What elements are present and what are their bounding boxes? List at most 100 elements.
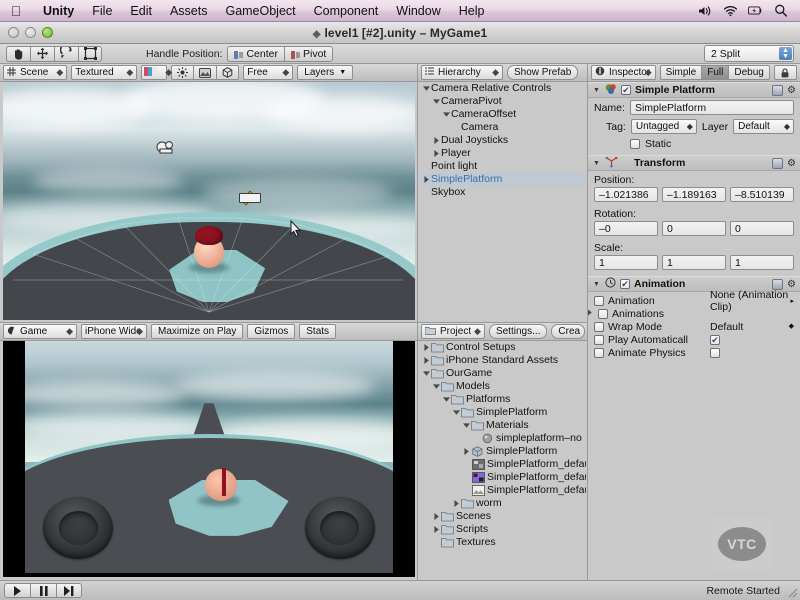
aspect-dropdown[interactable]: iPhone Wide ◆ xyxy=(81,324,147,339)
layer-dropdown[interactable]: Default ◆ xyxy=(733,119,794,134)
scene-gizmo-toggle-icon[interactable] xyxy=(216,65,240,80)
animation-foldout-icon[interactable]: ▼ xyxy=(592,281,601,288)
handle-center-button[interactable]: Center xyxy=(227,45,284,62)
scene-tab[interactable]: Scene ◆ xyxy=(3,65,68,80)
show-prefab-button[interactable]: Show Prefab xyxy=(507,65,579,80)
lighting-toggle-icon[interactable] xyxy=(171,65,194,80)
animation-property-checkbox[interactable] xyxy=(594,321,604,332)
project-item[interactable]: SimplePlatform xyxy=(420,445,586,458)
game-viewport[interactable] xyxy=(3,341,415,577)
hierarchy-item[interactable]: Dual Joysticks xyxy=(420,134,586,147)
animation-property-checkbox[interactable] xyxy=(594,295,604,306)
chevron-down-icon[interactable] xyxy=(442,108,451,121)
project-settings-button[interactable]: Settings... xyxy=(488,324,548,339)
hierarchy-item[interactable]: Player xyxy=(420,147,586,160)
gameobject-header[interactable]: ▼ Simple Platform ⚙ xyxy=(588,82,800,98)
chevron-right-icon[interactable] xyxy=(432,134,441,147)
gameobject-enabled-checkbox[interactable] xyxy=(621,85,631,95)
volume-icon[interactable] xyxy=(698,3,713,18)
animation-property-checkbox[interactable] xyxy=(598,308,608,319)
transform-header[interactable]: ▼ Transform ⚙ xyxy=(588,155,800,171)
virtual-joystick-left[interactable] xyxy=(43,497,114,560)
project-tab[interactable]: Project ◆ xyxy=(421,324,485,339)
hand-tool-icon[interactable] xyxy=(6,45,30,62)
animation-property-checkbox[interactable] xyxy=(594,334,604,345)
menu-unity[interactable]: Unity xyxy=(34,0,83,22)
handle-pivot-button[interactable]: Pivot xyxy=(283,45,334,62)
scene-viewport[interactable] xyxy=(3,82,415,320)
gear-icon[interactable]: ⚙ xyxy=(787,85,796,96)
hierarchy-item[interactable]: Camera xyxy=(420,121,586,134)
layout-stepper-icon[interactable]: ▲ ▼ xyxy=(779,47,792,60)
position-z-field[interactable]: –8.510139 xyxy=(730,187,794,202)
project-item[interactable]: Scenes xyxy=(420,510,586,523)
chevron-down-icon[interactable] xyxy=(462,419,471,432)
tag-dropdown[interactable]: Untagged ◆ xyxy=(630,119,697,134)
camera-gizmo-icon[interactable] xyxy=(155,140,179,156)
project-item[interactable]: Control Setups xyxy=(420,341,586,354)
project-item[interactable]: iPhone Standard Assets xyxy=(420,354,586,367)
project-item[interactable]: SimplePlatform_defau xyxy=(420,471,586,484)
project-item[interactable]: Platforms xyxy=(420,393,586,406)
chevron-right-icon[interactable] xyxy=(422,354,431,367)
project-item[interactable]: Materials xyxy=(420,419,586,432)
project-item[interactable]: SimplePlatform xyxy=(420,406,586,419)
menu-assets[interactable]: Assets xyxy=(161,0,217,22)
rotation-y-field[interactable]: 0 xyxy=(662,221,726,236)
chevron-right-icon[interactable] xyxy=(432,147,441,160)
chevron-right-icon[interactable] xyxy=(422,341,431,354)
play-automatically-checkbox[interactable] xyxy=(710,334,720,345)
chevron-right-icon[interactable] xyxy=(452,497,461,510)
animate-physics-checkbox[interactable] xyxy=(710,347,720,358)
project-create-button[interactable]: Crea xyxy=(551,324,585,339)
game-tab-menu-icon[interactable]: ◆ xyxy=(66,326,73,337)
chevron-down-icon[interactable] xyxy=(442,393,451,406)
hierarchy-item[interactable]: SimplePlatform xyxy=(420,173,586,186)
animation-property-value[interactable]: Default ◆ xyxy=(710,321,794,333)
hierarchy-item[interactable]: CameraPivot xyxy=(420,95,586,108)
chevron-right-icon[interactable] xyxy=(462,445,471,458)
battery-icon[interactable] xyxy=(748,3,763,18)
inspector-tab[interactable]: Inspector ◆ xyxy=(591,65,656,80)
layers-dropdown[interactable]: Layers ▼ xyxy=(297,65,354,80)
chevron-right-icon[interactable] xyxy=(432,523,441,536)
prefab-gizmo-icon[interactable] xyxy=(239,193,261,203)
project-item[interactable]: SimplePlatform_defau xyxy=(420,484,586,497)
position-x-field[interactable]: –1.021386 xyxy=(594,187,658,202)
chevron-right-icon[interactable] xyxy=(588,309,594,318)
scale-y-field[interactable]: 1 xyxy=(662,255,726,270)
maximize-on-play-button[interactable]: Maximize on Play xyxy=(151,324,244,339)
project-item[interactable]: OurGame xyxy=(420,367,586,380)
wifi-icon[interactable] xyxy=(723,3,738,18)
apple-logo-icon[interactable]:  xyxy=(8,4,24,18)
chevron-down-icon[interactable] xyxy=(432,95,441,108)
game-tab[interactable]: Game ◆ xyxy=(3,324,77,339)
animation-enabled-checkbox[interactable] xyxy=(620,279,630,289)
render-mode-dropdown[interactable]: ◆ xyxy=(141,65,172,80)
project-item[interactable]: Textures xyxy=(420,536,586,549)
chevron-down-icon[interactable] xyxy=(422,82,431,95)
menu-gameobject[interactable]: GameObject xyxy=(216,0,304,22)
scene-tab-menu-icon[interactable]: ◆ xyxy=(56,67,63,78)
step-button[interactable] xyxy=(56,583,82,598)
menu-component[interactable]: Component xyxy=(305,0,388,22)
animation-property-checkbox[interactable] xyxy=(594,347,604,358)
transform-foldout-icon[interactable]: ▼ xyxy=(592,160,601,167)
hierarchy-item[interactable]: Point light xyxy=(420,160,586,173)
menu-window[interactable]: Window xyxy=(387,0,449,22)
pause-button[interactable] xyxy=(30,583,56,598)
transform-reference-icon[interactable] xyxy=(772,157,784,169)
reference-icon[interactable] xyxy=(772,84,784,96)
hierarchy-item[interactable]: Camera Relative Controls xyxy=(420,82,586,95)
animation-property-value[interactable] xyxy=(710,334,794,345)
hierarchy-item[interactable]: CameraOffset xyxy=(420,108,586,121)
scale-z-field[interactable]: 1 xyxy=(730,255,794,270)
gizmos-toggle-button[interactable]: Gizmos xyxy=(247,324,296,339)
hierarchy-item[interactable]: Skybox xyxy=(420,186,586,199)
hierarchy-tab[interactable]: Hierarchy ◆ xyxy=(421,65,503,80)
position-y-field[interactable]: –1.189163 xyxy=(662,187,726,202)
menu-help[interactable]: Help xyxy=(450,0,494,22)
name-field[interactable]: SimplePlatform xyxy=(629,100,794,115)
project-item[interactable]: worm xyxy=(420,497,586,510)
hierarchy-tree[interactable]: Camera Relative Controls CameraPivot Camer… xyxy=(420,82,586,321)
